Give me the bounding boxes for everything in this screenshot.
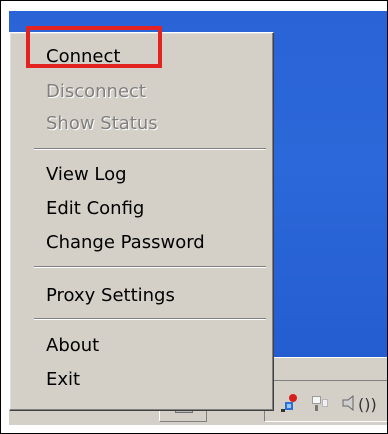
menu-separator [34, 148, 266, 150]
menu-separator [34, 266, 266, 268]
tray-context-menu: Connect Disconnect Show Status View Log … [9, 32, 274, 411]
menu-item-change-password[interactable]: Change Password [46, 228, 205, 258]
menu-item-show-status: Show Status [46, 113, 158, 134]
menu-item-view-log[interactable]: View Log [46, 160, 127, 190]
menu-item-exit[interactable]: Exit [46, 365, 80, 395]
menu-item-connect[interactable]: Connect [46, 42, 120, 72]
menu-item-about[interactable]: About [46, 331, 99, 361]
volume-waves: ()) [358, 395, 377, 414]
monitor-icon[interactable] [309, 392, 331, 414]
menu-item-proxy-settings[interactable]: Proxy Settings [46, 281, 175, 311]
menu-item-edit-config[interactable]: Edit Config [46, 194, 144, 224]
menu-separator [34, 318, 266, 320]
network-icon[interactable] [279, 392, 301, 414]
screenshot-frame: ()) Connect Disconnect Show Status View … [0, 0, 388, 434]
system-tray: ()) [264, 380, 387, 422]
menu-item-disconnect: Disconnect [46, 81, 146, 102]
